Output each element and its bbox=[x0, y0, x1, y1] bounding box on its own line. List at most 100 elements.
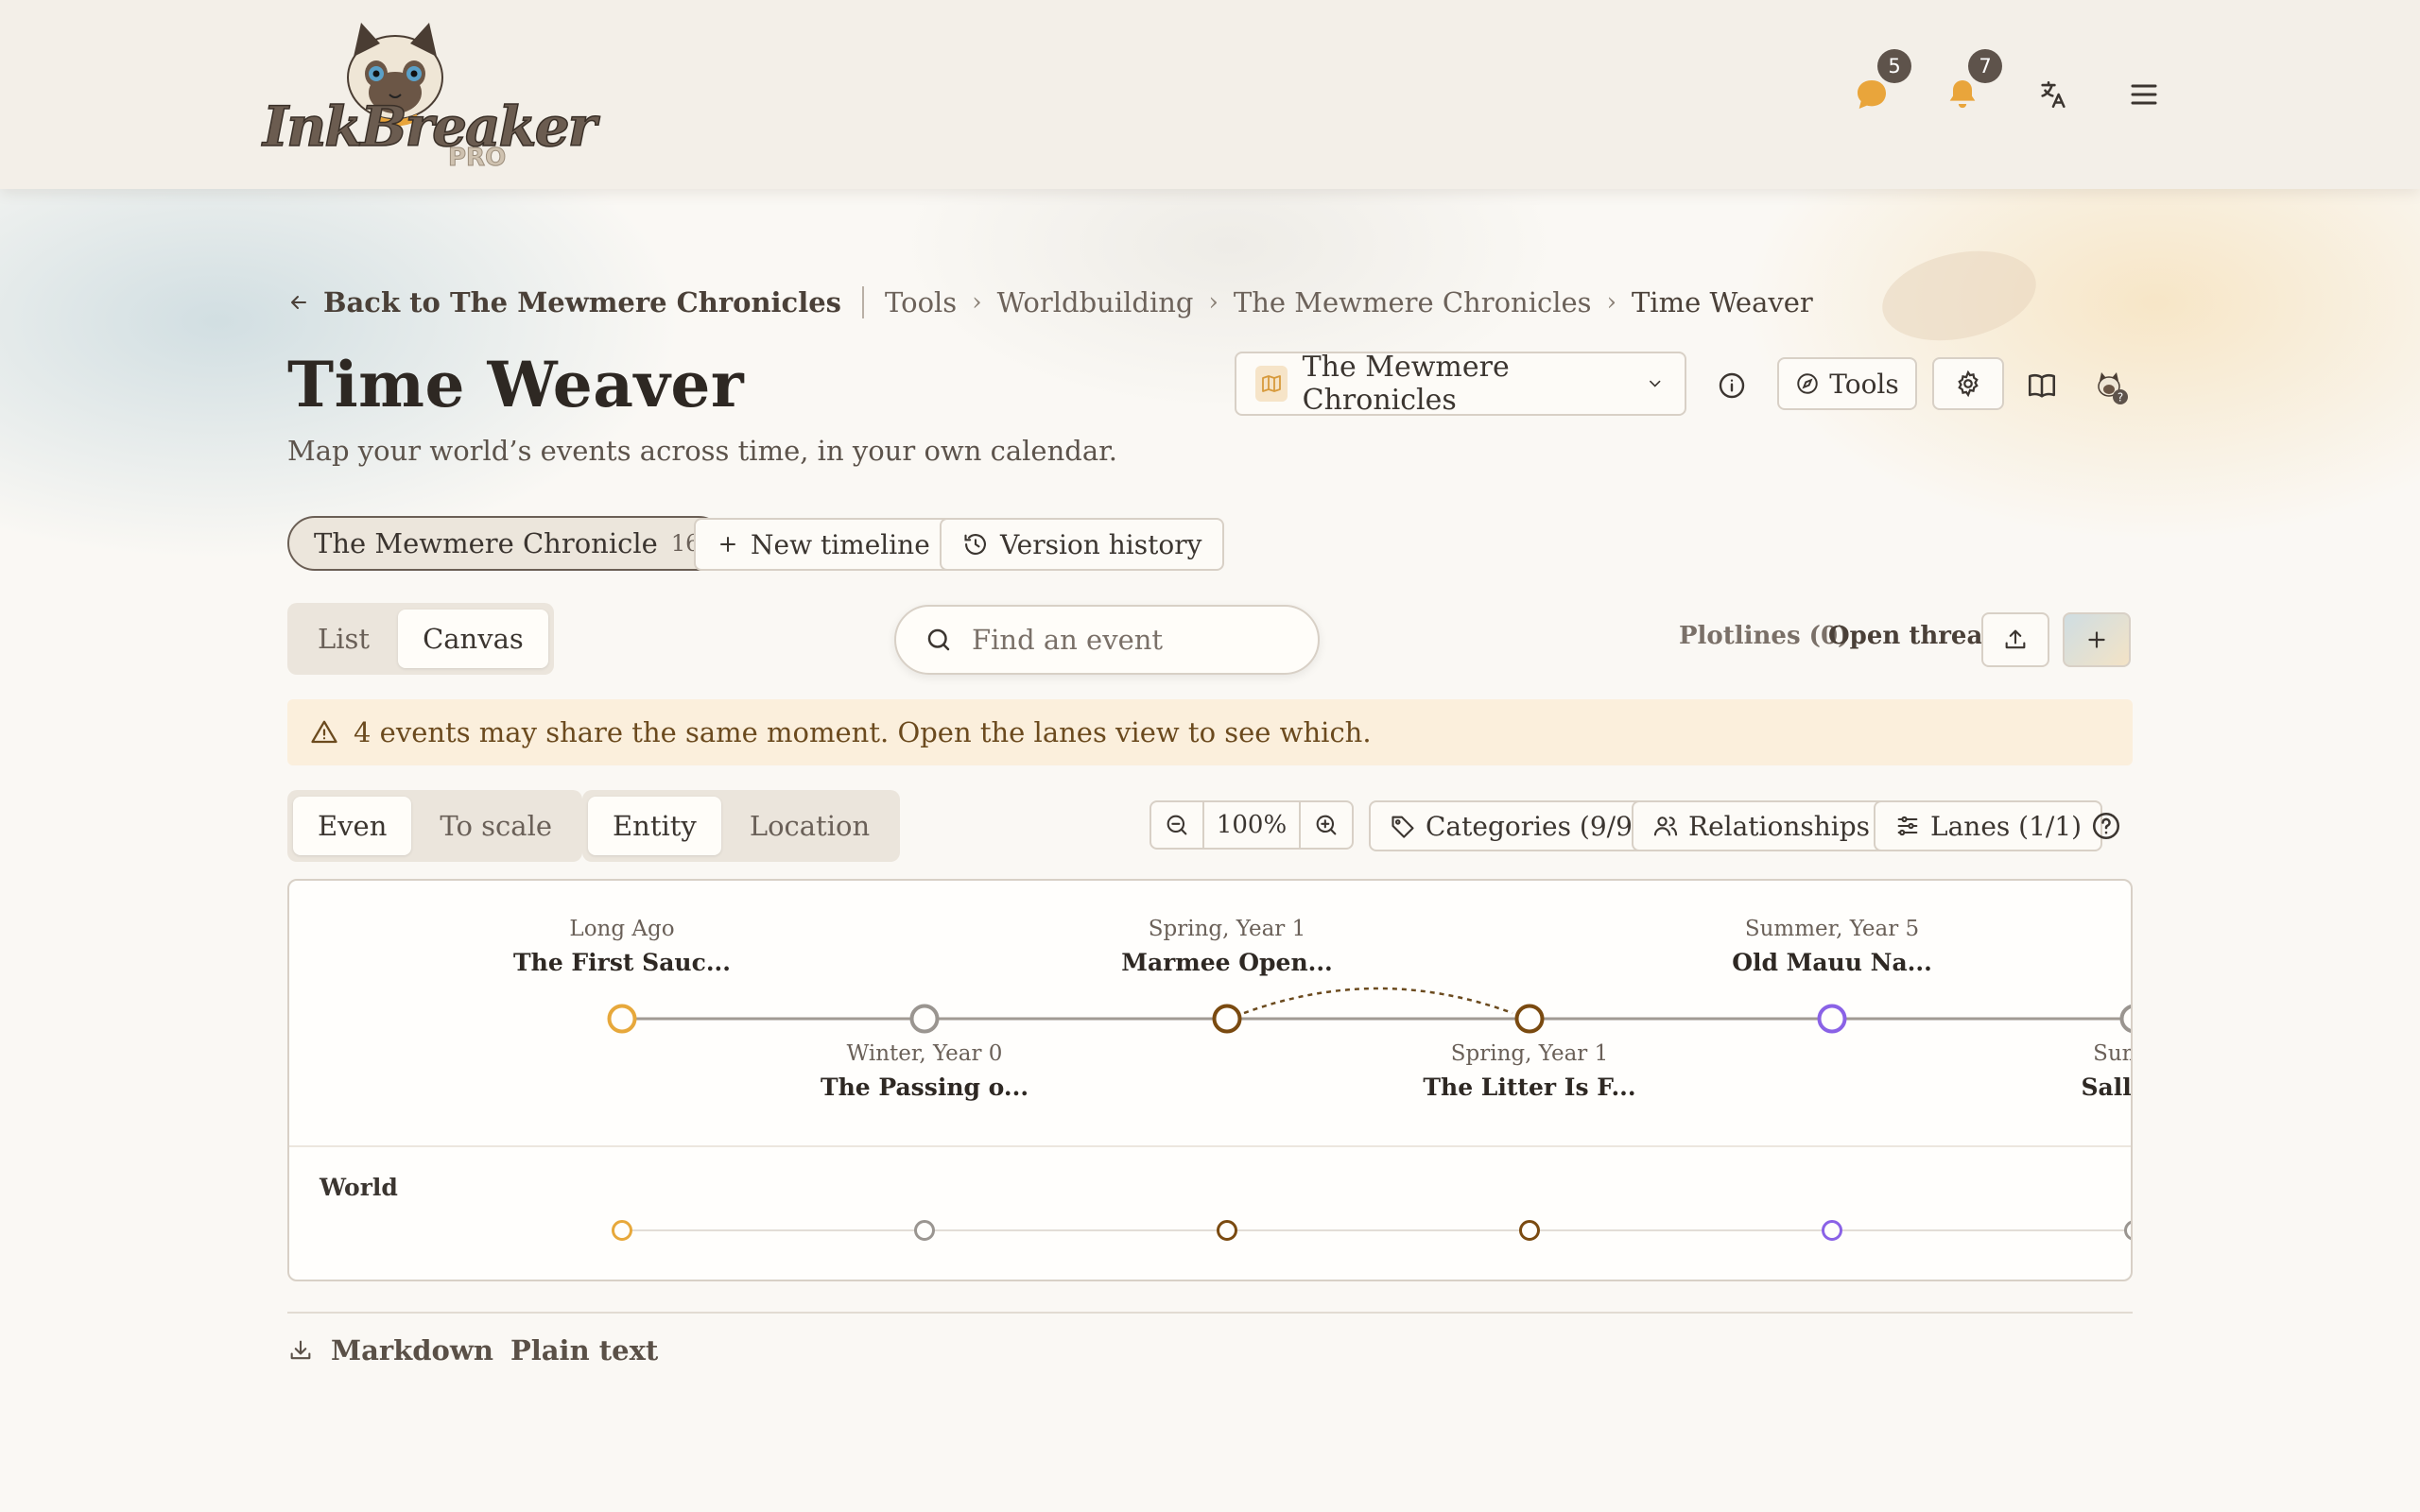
plotlines-count[interactable]: Plotlines (0) bbox=[1679, 622, 1849, 650]
event-title[interactable]: Old Mauu Na... bbox=[1732, 949, 1932, 976]
event-node[interactable] bbox=[1514, 1004, 1545, 1034]
zoom-out-button[interactable] bbox=[1151, 802, 1202, 848]
event-date: Summe bbox=[2093, 1041, 2131, 1066]
lane-event-node[interactable] bbox=[1822, 1220, 1842, 1241]
new-timeline-label: New timeline bbox=[751, 528, 930, 560]
export-plaintext-link[interactable]: Plain text bbox=[510, 1334, 658, 1366]
event-node[interactable] bbox=[607, 1004, 637, 1034]
sliders-icon bbox=[1897, 816, 1918, 836]
help-circle-icon bbox=[2092, 812, 2120, 840]
breadcrumb-item-tools[interactable]: Tools bbox=[885, 286, 957, 318]
spacing-scale-option[interactable]: To scale bbox=[415, 797, 577, 855]
lane-event-node[interactable] bbox=[1519, 1220, 1540, 1241]
timeline-canvas[interactable]: Long Ago The First Sauc... Winter, Year 0 T… bbox=[287, 879, 2133, 1281]
group-location-option[interactable]: Location bbox=[725, 797, 894, 855]
settings-button[interactable] bbox=[1932, 357, 2004, 410]
zoom-level: 100% bbox=[1202, 802, 1301, 848]
event-node[interactable] bbox=[1212, 1004, 1242, 1034]
lane-event-node[interactable] bbox=[914, 1220, 935, 1241]
event-date: Summer, Year 5 bbox=[1744, 917, 1920, 941]
relationship-arc[interactable] bbox=[1243, 987, 1513, 1015]
compass-icon bbox=[1797, 373, 1818, 394]
history-icon bbox=[964, 534, 986, 555]
breadcrumb-divider bbox=[862, 286, 865, 318]
tools-button[interactable]: Tools bbox=[1777, 357, 1917, 410]
download-icon bbox=[290, 1340, 311, 1360]
messages-button[interactable]: 5 bbox=[1845, 49, 1911, 121]
chevron-right-icon: › bbox=[1208, 288, 1219, 317]
add-plotline-button[interactable] bbox=[2063, 612, 2131, 667]
event-search[interactable]: Find an event bbox=[894, 605, 1320, 675]
plus-icon bbox=[720, 537, 735, 552]
relationships-label: Relationships bbox=[1688, 810, 1871, 842]
translate-icon bbox=[2041, 80, 2066, 109]
event-date: Long Ago bbox=[569, 917, 675, 941]
zoom-out-icon bbox=[1167, 815, 1187, 835]
event-node[interactable] bbox=[1817, 1004, 1847, 1034]
chat-bubble-icon bbox=[1858, 80, 1886, 109]
categories-filter-label: Categories (9/9) bbox=[1426, 810, 1643, 842]
view-list-option[interactable]: List bbox=[293, 610, 394, 668]
guide-button[interactable] bbox=[2021, 365, 2063, 406]
event-node[interactable] bbox=[909, 1004, 940, 1034]
categories-filter-button[interactable]: Categories (9/9) bbox=[1369, 800, 1664, 851]
spacing-even-option[interactable]: Even bbox=[293, 797, 412, 855]
search-input[interactable]: Find an event bbox=[972, 624, 1163, 656]
breadcrumb: Back to The Mewmere Chronicles Tools › W… bbox=[287, 282, 1813, 323]
open-thread-button[interactable]: Open thread bbox=[1828, 622, 2000, 650]
breadcrumb-current: Time Weaver bbox=[1631, 286, 1813, 318]
group-entity-option[interactable]: Entity bbox=[588, 797, 721, 855]
timeline-tab-active[interactable]: The Mewmere Chronicle 16 bbox=[287, 516, 727, 571]
version-history-button[interactable]: Version history bbox=[940, 518, 1225, 571]
event-title[interactable]: The Passing o... bbox=[821, 1074, 1028, 1101]
lane-event-node[interactable] bbox=[1217, 1220, 1237, 1241]
lane-event-node[interactable] bbox=[612, 1220, 632, 1241]
export-markdown-link[interactable]: Markdown bbox=[331, 1334, 493, 1366]
bell-icon bbox=[1949, 80, 1976, 109]
page-title: Time Weaver bbox=[287, 348, 745, 421]
lanes-label: Lanes (1/1) bbox=[1930, 810, 2083, 842]
new-timeline-button[interactable]: New timeline bbox=[694, 518, 953, 571]
info-icon bbox=[1719, 372, 1745, 399]
view-canvas-option[interactable]: Canvas bbox=[398, 610, 548, 668]
overlap-warning-text: 4 events may share the same moment. Open… bbox=[354, 716, 1372, 748]
map-icon bbox=[1255, 366, 1288, 402]
timeline-tab-label: The Mewmere Chronicle bbox=[314, 527, 658, 559]
main-menu-button[interactable] bbox=[2118, 68, 2170, 121]
footer-divider bbox=[287, 1312, 2133, 1314]
notifications-count-badge: 7 bbox=[1968, 49, 2002, 83]
mascot-help-button[interactable]: ? bbox=[2087, 363, 2135, 410]
relationships-button[interactable]: Relationships bbox=[1632, 800, 1892, 851]
arrow-left-icon bbox=[291, 296, 306, 309]
back-link[interactable]: Back to The Mewmere Chronicles bbox=[287, 286, 841, 318]
language-button[interactable] bbox=[2027, 68, 2080, 121]
users-icon bbox=[1653, 816, 1678, 836]
world-selector-label: The Mewmere Chronicles bbox=[1302, 351, 1510, 417]
event-title[interactable]: The First Sauc... bbox=[513, 949, 731, 976]
lane-label-world: World bbox=[320, 1174, 398, 1201]
plus-icon bbox=[2088, 631, 2105, 648]
export-share-button[interactable] bbox=[1981, 612, 2049, 667]
info-button[interactable] bbox=[1711, 365, 1753, 406]
app-logo[interactable]: InkBreaker PRO bbox=[262, 19, 597, 180]
event-title[interactable]: The Litter Is F... bbox=[1423, 1074, 1635, 1101]
event-title[interactable]: Marmee Open... bbox=[1121, 949, 1332, 976]
zoom-in-icon bbox=[1316, 815, 1337, 835]
page-subtitle: Map your world’s events across time, in … bbox=[287, 435, 1118, 467]
world-selector[interactable]: The Mewmere Chronicles bbox=[1235, 351, 1686, 417]
export-links: Markdown Plain text bbox=[287, 1334, 658, 1366]
event-node[interactable] bbox=[2119, 1005, 2134, 1033]
notifications-button[interactable]: 7 bbox=[1936, 49, 2002, 121]
breadcrumb-item-world[interactable]: The Mewmere Chronicles bbox=[1234, 286, 1592, 318]
gear-icon bbox=[1958, 369, 1979, 398]
grouping-toggle: Entity Location bbox=[582, 790, 901, 862]
breadcrumb-item-worldbuilding[interactable]: Worldbuilding bbox=[997, 286, 1194, 318]
lanes-button[interactable]: Lanes (1/1) bbox=[1874, 800, 2103, 851]
event-title[interactable]: Sally Co bbox=[2081, 1074, 2131, 1101]
view-mode-toggle: List Canvas bbox=[287, 603, 554, 675]
zoom-control: 100% bbox=[1150, 800, 1354, 850]
canvas-help-button[interactable] bbox=[2085, 805, 2127, 847]
lane-event-node[interactable] bbox=[2124, 1220, 2134, 1241]
zoom-in-button[interactable] bbox=[1301, 802, 1352, 848]
chevron-right-icon: › bbox=[972, 288, 982, 317]
